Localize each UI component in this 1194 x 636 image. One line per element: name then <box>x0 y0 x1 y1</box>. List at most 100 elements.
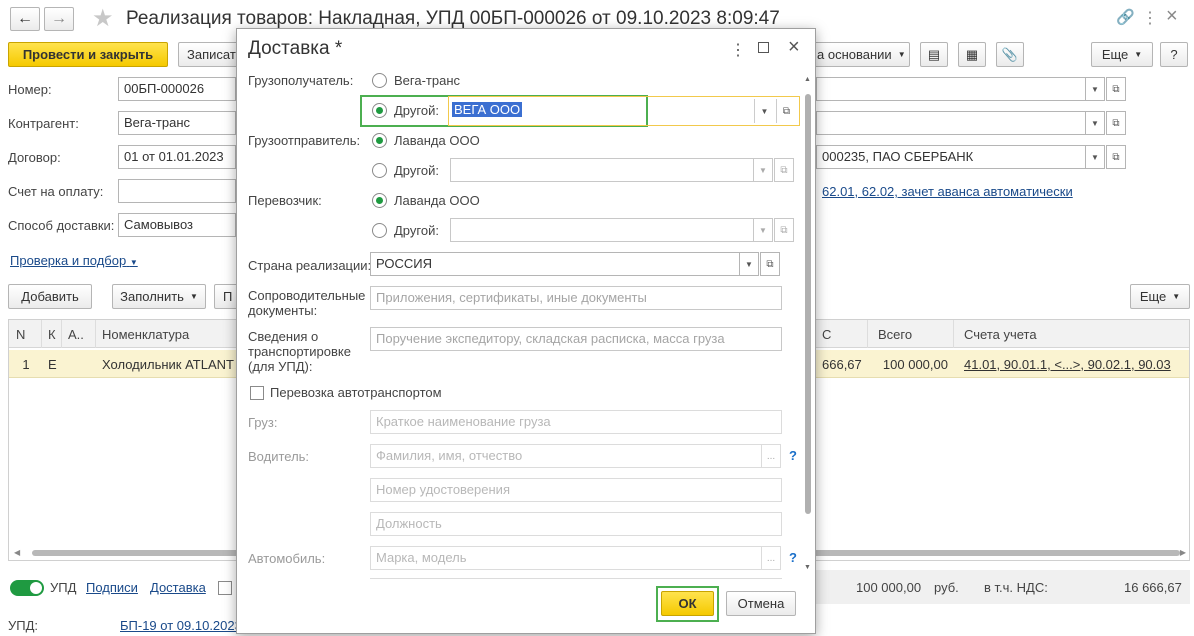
bank-account-open[interactable]: ⧉ <box>1106 145 1126 169</box>
organization-field[interactable] <box>816 77 1086 101</box>
carrier-radio-other[interactable] <box>372 223 387 238</box>
more-button[interactable]: Еще ▼ <box>1091 42 1153 67</box>
create-based-on-button[interactable]: а основании ▼ <box>812 42 910 67</box>
dropdown-arrow-icon: ▼ <box>1134 50 1143 59</box>
carrier-open[interactable]: ⧉ <box>774 218 794 242</box>
col-header-total[interactable]: Всего <box>872 320 954 348</box>
footer-checkbox[interactable] <box>218 581 232 595</box>
car-help-icon[interactable]: ? <box>789 550 797 565</box>
country-open[interactable]: ⧉ <box>760 252 780 276</box>
forward-button[interactable]: → <box>44 7 74 31</box>
organization-dropdown[interactable]: ▼ <box>1085 77 1105 101</box>
driver-input[interactable]: Фамилия, имя, отчество <box>370 444 762 468</box>
col-header-a[interactable]: А.. <box>62 320 96 348</box>
dialog-scroll-thumb[interactable] <box>805 94 811 514</box>
country-dropdown[interactable]: ▼ <box>739 252 759 276</box>
organization-open[interactable]: ⧉ <box>1106 77 1126 101</box>
shipper-other-input[interactable] <box>450 158 754 182</box>
contract-field[interactable]: 01 от 01.01.2023 <box>118 145 236 169</box>
consignee-dropdown[interactable]: ▼ <box>754 99 774 123</box>
warehouse-open[interactable]: ⧉ <box>1106 111 1126 135</box>
col-header-nomenclature[interactable]: Номенклатура <box>96 320 236 348</box>
close-window-icon[interactable]: × <box>1166 5 1178 28</box>
shipper-radio-lavanda[interactable] <box>372 133 387 148</box>
row-vat: 666,67 <box>822 356 862 372</box>
license-input[interactable]: Номер удостоверения <box>370 478 782 502</box>
consignee-radio-other[interactable] <box>372 103 387 118</box>
driver-help-icon[interactable]: ? <box>789 448 797 463</box>
cargo-input[interactable]: Краткое наименование груза <box>370 410 782 434</box>
table-more-button[interactable]: Еще ▼ <box>1130 284 1190 309</box>
favorite-star-icon[interactable]: ★ <box>92 4 114 33</box>
print-button[interactable]: ▤ <box>920 42 948 67</box>
bank-account-dropdown[interactable]: ▼ <box>1085 145 1105 169</box>
scroll-right-icon[interactable]: ▶ <box>1180 548 1186 557</box>
consignee-input[interactable]: ВЕГА ООО <box>452 99 752 123</box>
upd-document-link[interactable]: БП-19 от 09.10.2023 <box>120 618 242 633</box>
post-and-close-button[interactable]: Провести и закрыть <box>8 42 168 67</box>
dialog-scrollbar[interactable]: ▲ ▼ <box>803 76 813 576</box>
carrier-radio-lavanda[interactable] <box>372 193 387 208</box>
shipper-dropdown[interactable]: ▼ <box>753 158 773 182</box>
cancel-button[interactable]: Отмена <box>726 591 796 616</box>
docs-input[interactable]: Приложения, сертификаты, иные документы <box>370 286 782 310</box>
row-accounts-link[interactable]: 41.01, 90.01.1, <...>, 90.02.1, 90.03 <box>958 350 1186 378</box>
upd-toggle[interactable] <box>10 580 44 596</box>
transport-input[interactable]: Поручение экспедитору, складская расписк… <box>370 327 782 351</box>
scroll-up-icon[interactable]: ▲ <box>804 76 811 83</box>
scroll-down-icon[interactable]: ▼ <box>804 564 811 571</box>
shipper-radio-other[interactable] <box>372 163 387 178</box>
shipper-open[interactable]: ⧉ <box>774 158 794 182</box>
carrier-other-input[interactable] <box>450 218 754 242</box>
signatures-link[interactable]: Подписи <box>86 580 138 595</box>
check-and-pick-link[interactable]: Проверка и подбор ▼ <box>10 253 138 268</box>
contractor-field[interactable]: Вега-транс <box>118 111 236 135</box>
number-label: Номер: <box>8 82 52 97</box>
car-input[interactable]: Марка, модель <box>370 546 762 570</box>
dialog-more-icon[interactable]: ⋮ <box>730 40 746 60</box>
driver-select-button[interactable]: ... <box>761 444 781 468</box>
ok-button[interactable]: ОК <box>661 591 714 616</box>
attach-button[interactable]: 📎 <box>996 42 1024 67</box>
more-vertical-icon[interactable]: ⋮ <box>1142 8 1158 28</box>
position-input[interactable]: Должность <box>370 512 782 536</box>
warehouse-dropdown[interactable]: ▼ <box>1085 111 1105 135</box>
vat-label: в т.ч. НДС: <box>984 580 1048 595</box>
open-icon: ⧉ <box>780 224 788 236</box>
carrier-dropdown[interactable]: ▼ <box>753 218 773 242</box>
col-header-vat[interactable]: С <box>816 320 868 348</box>
scroll-left-icon[interactable]: ◀ <box>14 548 20 557</box>
country-field[interactable]: РОССИЯ <box>370 252 740 276</box>
delivery-method-field[interactable]: Самовывоз <box>118 213 236 237</box>
shipper-opt2-label: Другой: <box>394 163 439 178</box>
transport-label: Сведения о транспортировке (для УПД): <box>248 329 366 374</box>
number-field[interactable]: 00БП-000026 <box>118 77 236 101</box>
write-button[interactable]: Записать <box>178 42 243 67</box>
bank-account-field[interactable]: 000235, ПАО СБЕРБАНК <box>816 145 1086 169</box>
dropdown-arrow-icon: ▼ <box>129 258 138 267</box>
open-icon: ⧉ <box>1112 83 1120 95</box>
consignee-selected-text: ВЕГА ООО <box>452 102 523 117</box>
col-header-accounts[interactable]: Счета учета <box>958 320 1188 348</box>
dialog-close-icon[interactable]: × <box>788 36 800 59</box>
structure-button[interactable]: ▦ <box>958 42 986 67</box>
delivery-link[interactable]: Доставка <box>150 580 206 595</box>
invoice-field[interactable] <box>118 179 236 203</box>
dialog-maximize-icon[interactable] <box>758 42 769 53</box>
fill-button[interactable]: Заполнить ▼ <box>112 284 206 309</box>
help-button[interactable]: ? <box>1160 42 1188 67</box>
link-icon[interactable]: 🔗 <box>1116 8 1135 26</box>
auto-transport-checkbox[interactable] <box>250 386 264 400</box>
consignee-open[interactable]: ⧉ <box>776 99 796 123</box>
car-select-button[interactable]: ... <box>761 546 781 570</box>
delivery-method-label: Способ доставки: <box>8 218 115 233</box>
col-header-k[interactable]: К <box>42 320 62 348</box>
consignee-radio-vega[interactable] <box>372 73 387 88</box>
shipper-opt1-label: Лаванда ООО <box>394 133 480 148</box>
add-row-button[interactable]: Добавить <box>8 284 92 309</box>
warehouse-field[interactable] <box>816 111 1086 135</box>
back-button[interactable]: ← <box>10 7 40 31</box>
paperclip-icon: 📎 <box>1001 46 1019 62</box>
col-header-n[interactable]: N <box>10 320 42 348</box>
settlement-accounts-link[interactable]: 62.01, 62.02, зачет аванса автоматически <box>822 184 1073 199</box>
